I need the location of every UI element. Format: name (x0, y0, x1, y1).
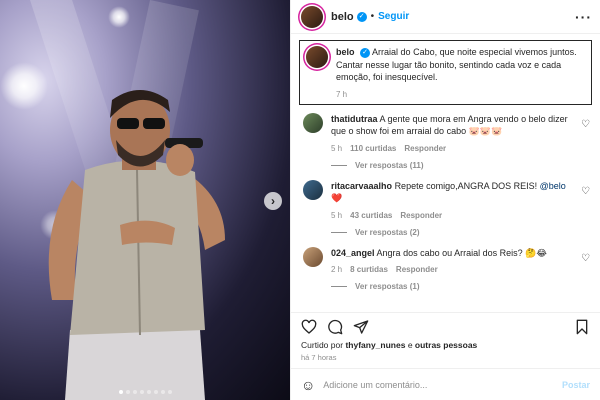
comment-emoji: ❤️ (331, 193, 343, 203)
view-replies-button[interactable]: Ver respostas (2) (331, 228, 592, 237)
carousel-dot (153, 390, 158, 394)
comment-likes[interactable]: 8 curtidas (350, 265, 388, 274)
comment-text: Repete comigo,ANGRA DOS REIS! (394, 180, 538, 191)
reply-button[interactable]: Responder (400, 211, 442, 220)
reply-button[interactable]: Responder (396, 265, 438, 274)
carousel-dot (160, 390, 165, 394)
add-comment-bar: ☺ Postar (291, 368, 600, 400)
heart-icon[interactable]: ♡ (581, 119, 590, 130)
liked-by-user[interactable]: thyfany_nunes (345, 340, 405, 350)
post-timestamp: há 7 horas (301, 353, 337, 362)
view-replies-label: Ver respostas (11) (355, 160, 424, 170)
verified-badge-icon: ✓ (356, 11, 367, 22)
view-replies-button[interactable]: Ver respostas (11) (331, 161, 592, 170)
reply-button[interactable]: Responder (404, 144, 446, 153)
share-icon[interactable] (353, 319, 369, 335)
comment-username[interactable]: ritacarvaaalho (331, 181, 392, 191)
post-caption: belo ✓ Arraial do Cabo, que noite especi… (299, 40, 592, 105)
caption-time: 7 h (336, 89, 348, 99)
comment-input[interactable] (323, 379, 554, 390)
view-replies-label: Ver respostas (1) (355, 282, 420, 291)
comment-meta: 2 h 8 curtidas Responder (331, 265, 570, 274)
comment-time: 5 h (331, 210, 343, 220)
carousel-dot (139, 390, 144, 394)
comment-time: 2 h (331, 265, 343, 274)
bookmark-icon[interactable] (574, 319, 590, 335)
heart-icon[interactable]: ♡ (581, 253, 590, 264)
verified-badge-icon: ✓ (360, 47, 371, 58)
author-avatar[interactable] (301, 5, 323, 28)
comment-item: ritacarvaaalho Repete comigo,ANGRA DOS R… (299, 179, 592, 220)
comment-time: 5 h (331, 143, 343, 153)
carousel-dot (167, 390, 172, 394)
instagram-post: › belo ✓ • Seguir ··· belo ✓ Arraial do … (0, 0, 600, 400)
more-horizontal-icon[interactable]: ··· (575, 9, 592, 25)
comment-icon[interactable] (327, 319, 343, 335)
replies-divider (331, 286, 347, 287)
comment-text-block: thatidutraa A gente que mora em Angra ve… (331, 113, 570, 138)
view-replies-button[interactable]: Ver respostas (1) (331, 282, 592, 291)
heart-icon[interactable]: ♡ (581, 186, 590, 197)
replies-divider (331, 164, 347, 166)
liked-by-middle: e (407, 340, 413, 350)
caption-username[interactable]: belo (336, 47, 355, 57)
comment-text-block: ritacarvaaalho Repete comigo,ANGRA DOS R… (331, 180, 570, 205)
post-sidebar: belo ✓ • Seguir ··· belo ✓ Arraial do Ca… (290, 0, 600, 400)
commenter-avatar[interactable] (303, 179, 323, 200)
emoji-icon[interactable]: ☺ (301, 377, 315, 393)
carousel-dot (146, 390, 151, 394)
commenter-avatar[interactable] (303, 112, 323, 133)
carousel-dots (0, 390, 290, 394)
comment-username[interactable]: 024_angel (331, 248, 375, 258)
separator-dot: • (370, 11, 375, 22)
singer-figure (48, 90, 225, 400)
comment-text: Angra dos cabo ou Arraial dos Reis? 🤔😂 (376, 247, 547, 258)
comment-item: 024_angel Angra dos cabo ou Arraial dos … (299, 246, 592, 274)
comments-section: belo ✓ Arraial do Cabo, que noite especi… (291, 34, 600, 312)
post-comment-button[interactable]: Postar (562, 380, 590, 390)
post-header: belo ✓ • Seguir ··· (291, 0, 600, 34)
comment-username[interactable]: thatidutraa (331, 114, 378, 124)
comment-meta: 5 h 110 curtidas Responder (331, 144, 570, 153)
post-photo[interactable]: › (0, 0, 290, 400)
view-replies-label: Ver respostas (2) (355, 227, 420, 237)
carousel-dot (132, 390, 137, 394)
follow-button[interactable]: Seguir (378, 11, 409, 22)
comment-likes[interactable]: 110 curtidas (350, 144, 396, 153)
liked-by-line: Curtido por thyfany_nunes e outras pesso… (291, 340, 600, 350)
liked-by-others[interactable]: outras pessoas (415, 340, 477, 350)
like-heart-icon[interactable] (301, 319, 317, 335)
caption-text: Arraial do Cabo, que noite especial vive… (336, 47, 577, 82)
comment-item: thatidutraa A gente que mora em Angra ve… (299, 112, 592, 153)
liked-by-prefix: Curtido por (301, 340, 344, 350)
comment-mention[interactable]: @belo (540, 181, 566, 191)
carousel-dot (118, 390, 123, 394)
caption-avatar[interactable] (306, 46, 328, 68)
author-username[interactable]: belo (331, 11, 354, 23)
comment-likes[interactable]: 43 curtidas (350, 211, 392, 220)
post-actions (291, 312, 600, 340)
replies-divider (331, 231, 347, 233)
chevron-right-icon[interactable]: › (264, 192, 282, 210)
comment-meta: 5 h 43 curtidas Responder (331, 211, 570, 220)
caption-text-block: belo ✓ Arraial do Cabo, que noite especi… (336, 46, 585, 84)
commenter-avatar[interactable] (303, 246, 323, 267)
carousel-dot (125, 390, 130, 394)
comment-text-block: 024_angel Angra dos cabo ou Arraial dos … (331, 247, 570, 260)
